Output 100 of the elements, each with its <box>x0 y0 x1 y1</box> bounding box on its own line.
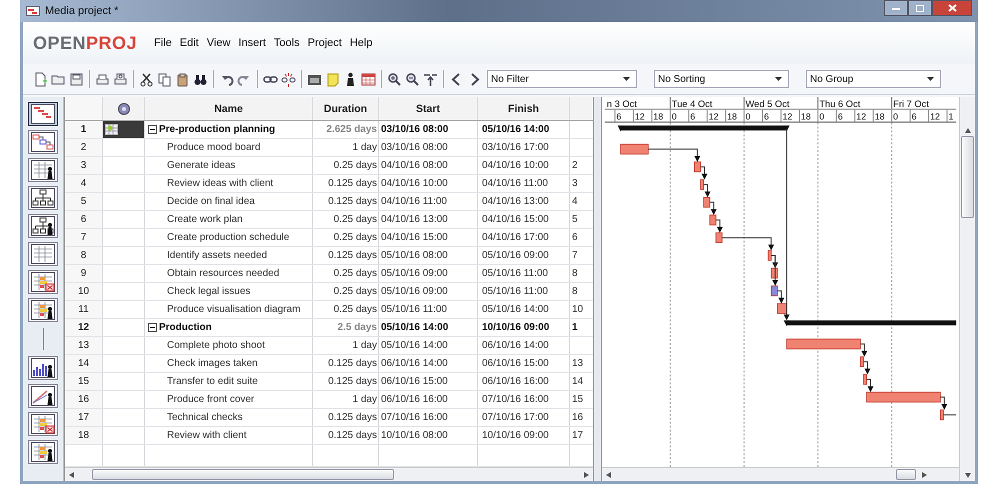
horizontal-scrollbar[interactable] <box>65 467 593 481</box>
scroll-left-icon[interactable] <box>69 472 74 478</box>
task-bar[interactable] <box>768 250 772 261</box>
task-name: Technical checks <box>167 412 243 423</box>
column-header[interactable]: Start <box>379 97 478 120</box>
duration-cell: 0.25 days <box>313 229 379 246</box>
day-label: Wed 5 Oct <box>746 98 790 109</box>
row-number: 15 <box>65 373 103 390</box>
row-number: 2 <box>65 139 103 156</box>
zoom-in-icon[interactable] <box>387 72 402 86</box>
task-bar[interactable] <box>860 356 864 368</box>
menu-item[interactable]: File <box>151 35 175 51</box>
cut-icon[interactable] <box>139 72 154 86</box>
view-button[interactable] <box>28 214 58 238</box>
task-bar[interactable] <box>770 286 778 296</box>
menu-item[interactable]: View <box>204 35 234 51</box>
hour-label: 6 <box>616 112 622 122</box>
duration-cell: 0.25 days <box>313 211 379 228</box>
start-cell: 05/10/16 11:00 <box>379 301 478 318</box>
view-button[interactable] <box>28 384 58 408</box>
view-button[interactable] <box>28 298 58 322</box>
calendar-icon[interactable] <box>361 72 376 86</box>
column-header[interactable]: Finish <box>478 97 570 120</box>
summary-bar[interactable] <box>618 126 790 132</box>
view-button[interactable] <box>28 440 58 464</box>
collapse-icon[interactable] <box>148 323 157 332</box>
view-button[interactable] <box>28 412 58 436</box>
print-preview-icon[interactable] <box>113 72 128 86</box>
view-button[interactable] <box>28 270 58 294</box>
filter-dropdown[interactable]: No Group <box>806 70 941 88</box>
paste-icon[interactable] <box>175 72 190 86</box>
view-button[interactable] <box>28 356 58 380</box>
histogram-view-icon <box>31 358 55 378</box>
maximize-button[interactable] <box>908 0 932 16</box>
duration-cell: 0.25 days <box>313 301 379 318</box>
menu-item[interactable]: Insert <box>235 35 269 51</box>
finish-cell: 06/10/16 16:00 <box>478 373 570 390</box>
view-button[interactable] <box>28 242 58 266</box>
print-icon[interactable] <box>95 72 110 86</box>
unlink-icon[interactable] <box>281 72 296 86</box>
horizontal-scrollbar[interactable] <box>602 467 959 481</box>
row-number: 16 <box>65 391 103 408</box>
scroll-thumb[interactable] <box>896 469 916 480</box>
row-number: 3 <box>65 157 103 174</box>
view-button[interactable] <box>28 158 58 182</box>
menu-item[interactable]: Edit <box>176 35 202 51</box>
resource-usage-view-icon <box>31 300 55 320</box>
view-button[interactable] <box>28 186 58 210</box>
scroll-right-icon[interactable] <box>584 472 589 478</box>
dependency-arrow <box>866 378 874 392</box>
zoom-out-icon[interactable] <box>405 72 420 86</box>
scroll-thumb[interactable] <box>961 136 974 218</box>
collapse-icon[interactable] <box>148 125 157 134</box>
view-button[interactable] <box>28 102 58 126</box>
vertical-scrollbar[interactable] <box>959 97 975 481</box>
start-cell: 04/10/16 15:00 <box>379 229 478 246</box>
scroll-down-icon[interactable] <box>964 473 970 478</box>
finish-cell: 05/10/16 14:00 <box>478 301 570 318</box>
scroll-thumb[interactable] <box>92 469 394 480</box>
menu-item[interactable]: Tools <box>270 35 303 51</box>
column-header[interactable]: Name <box>145 97 313 120</box>
finish-cell: 05/10/16 09:00 <box>478 247 570 264</box>
predecessors-cell-text: 2 <box>571 159 579 173</box>
finish-cell: 04/10/16 10:00 <box>478 157 570 174</box>
filter-dropdown[interactable]: No Sorting <box>654 70 789 88</box>
scroll-up-icon[interactable] <box>964 128 970 133</box>
copy-icon[interactable] <box>157 72 172 86</box>
predecessors-cell-text: 15 <box>571 393 584 407</box>
hour-label: 18 <box>874 112 885 122</box>
start-cell: 04/10/16 13:00 <box>379 211 478 228</box>
gantt-view-icon <box>31 104 55 124</box>
hour-label: 12 <box>856 112 866 122</box>
menu-item[interactable]: Project <box>304 35 345 51</box>
column-header[interactable]: Duration <box>313 97 379 120</box>
row-number: 17 <box>65 409 103 426</box>
task-bar[interactable] <box>777 303 788 314</box>
duration-cell: 1 day <box>313 139 379 156</box>
scroll-to-task-icon[interactable] <box>423 72 438 86</box>
hour-label: 12 <box>634 112 645 122</box>
predecessors-cell-text: 13 <box>571 357 584 371</box>
task-bar[interactable] <box>700 179 704 190</box>
row-number: 11 <box>65 301 103 318</box>
row-number: 8 <box>65 247 103 264</box>
task-name: Produce front cover <box>167 394 254 405</box>
finish-cell: 04/10/16 11:00 <box>478 175 570 192</box>
task-bar[interactable] <box>709 214 716 226</box>
new-document-icon[interactable] <box>33 72 48 86</box>
finish-cell: 04/10/16 13:00 <box>478 193 570 210</box>
view-button[interactable] <box>28 130 58 154</box>
task-bar[interactable] <box>703 196 710 208</box>
task-bar[interactable] <box>716 232 722 244</box>
task-name: Review with client <box>167 430 246 441</box>
row-number: 4 <box>65 175 103 192</box>
save-icon[interactable] <box>69 72 84 86</box>
filter-dropdown[interactable]: No Filter <box>487 70 637 88</box>
close-button[interactable] <box>932 0 972 16</box>
hour-label: 1 <box>948 112 954 122</box>
minimize-button[interactable] <box>884 0 908 16</box>
hour-label: 6 <box>764 112 769 122</box>
menu-item[interactable]: Help <box>346 35 376 51</box>
